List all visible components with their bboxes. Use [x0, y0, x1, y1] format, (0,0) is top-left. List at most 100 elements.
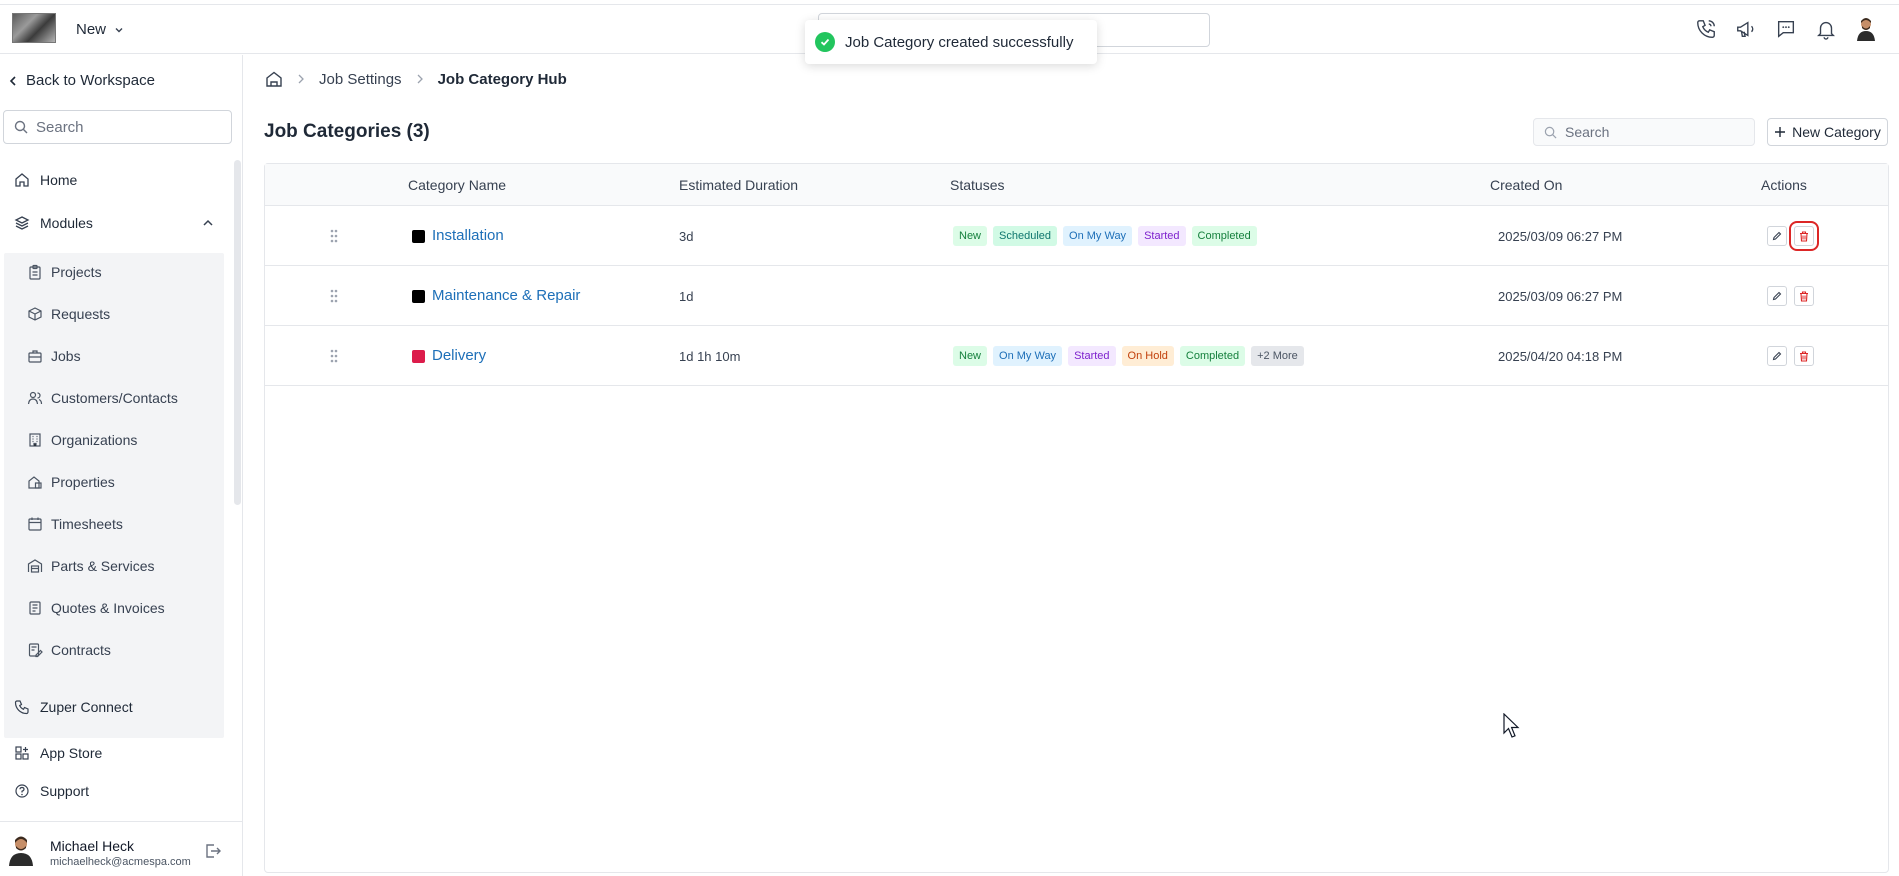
help-icon — [15, 784, 29, 798]
sidebar-item-organizations[interactable]: Organizations — [27, 432, 137, 448]
status-badge: New — [953, 226, 988, 246]
sidebar-item-label: Contracts — [51, 642, 111, 658]
category-name-link[interactable]: Maintenance & Repair — [432, 287, 580, 304]
sidebar-item-label: Parts & Services — [51, 558, 155, 574]
page-title: Job Categories (3) — [264, 121, 430, 142]
pencil-icon — [1772, 351, 1782, 361]
created-on: 2025/03/09 06:27 PM — [1498, 229, 1623, 244]
sidebar-item-projects[interactable]: Projects — [27, 264, 102, 280]
delete-button[interactable] — [1794, 346, 1814, 366]
chevron-right-icon — [298, 74, 304, 84]
mouse-cursor-icon — [1503, 713, 1520, 738]
status-badge: On Hold — [1121, 346, 1174, 366]
sidebar-item-jobs[interactable]: Jobs — [27, 348, 81, 364]
estimated-duration: 1d 1h 10m — [679, 349, 741, 364]
status-badge: Completed — [1191, 226, 1257, 246]
sidebar-item-label: Organizations — [51, 432, 138, 448]
drag-handle-icon[interactable] — [329, 348, 339, 364]
sidebar-item-zuper-connect[interactable]: Zuper Connect — [14, 699, 133, 715]
breadcrumb-job-settings[interactable]: Job Settings — [319, 71, 402, 88]
drag-handle-icon[interactable] — [329, 228, 339, 244]
logout-icon[interactable] — [204, 842, 222, 860]
chevron-right-icon — [417, 74, 423, 84]
box-icon — [28, 307, 42, 321]
breadcrumb-job-category-hub: Job Category Hub — [437, 70, 567, 88]
sidebar-item-label: Quotes & Invoices — [51, 600, 165, 616]
sidebar-item-modules[interactable]: Modules — [14, 215, 214, 231]
search-icon — [14, 120, 28, 134]
success-toast: Job Category created successfully — [805, 20, 1097, 64]
company-logo[interactable] — [12, 13, 56, 43]
category-color-swatch — [412, 350, 425, 363]
avatar[interactable] — [8, 834, 34, 866]
sidebar-item-label: Home — [40, 172, 78, 188]
sidebar-item-customers-contacts[interactable]: Customers/Contacts — [27, 390, 178, 406]
sidebar-item-requests[interactable]: Requests — [27, 306, 110, 322]
phone-icon[interactable] — [1695, 18, 1717, 40]
toast-message: Job Category created successfully — [845, 33, 1074, 51]
status-badge: On My Way — [993, 346, 1063, 366]
plus-icon — [1775, 127, 1786, 137]
contract-icon — [28, 643, 43, 658]
apps-icon — [15, 746, 29, 760]
chevron-down-icon — [115, 27, 123, 32]
sidebar-item-contracts[interactable]: Contracts — [27, 642, 111, 658]
category-name-link[interactable]: Delivery — [432, 347, 486, 364]
new-dropdown-button[interactable]: New — [76, 21, 124, 38]
edit-button[interactable] — [1767, 346, 1787, 366]
pencil-icon — [1772, 291, 1782, 301]
status-list: New Scheduled On My Way Started Complete… — [953, 226, 1257, 246]
drag-handle-icon[interactable] — [329, 288, 339, 304]
more-statuses-badge[interactable]: +2 More — [1251, 346, 1304, 366]
category-name-link[interactable]: Installation — [432, 227, 504, 244]
sidebar-item-label: Modules — [40, 215, 93, 231]
sidebar-item-label: Zuper Connect — [40, 699, 133, 715]
trash-icon — [1800, 230, 1808, 242]
sidebar-scrollbar[interactable] — [234, 160, 241, 505]
megaphone-icon[interactable] — [1735, 18, 1757, 40]
sidebar-item-home[interactable]: Home — [14, 172, 77, 188]
calendar-icon — [28, 517, 42, 531]
delete-button[interactable] — [1794, 286, 1814, 306]
category-search-input[interactable]: Search — [1533, 118, 1755, 146]
sidebar-item-parts-services[interactable]: Parts & Services — [27, 558, 154, 574]
edit-button[interactable] — [1767, 226, 1787, 246]
sidebar-item-quotes-invoices[interactable]: Quotes & Invoices — [27, 600, 165, 616]
edit-button[interactable] — [1767, 286, 1787, 306]
user-profile: Michael Heck michaelheck@acmespa.com — [0, 821, 243, 876]
status-badge: Started — [1068, 346, 1116, 366]
delete-button[interactable] — [1789, 221, 1819, 251]
back-to-workspace-link[interactable]: Back to Workspace — [8, 72, 155, 89]
trash-icon — [1800, 290, 1808, 302]
user-name: Michael Heck — [50, 838, 135, 854]
sidebar-item-app-store[interactable]: App Store — [14, 745, 102, 761]
table-row: Installation 3d New Scheduled On My Way … — [265, 206, 1888, 266]
home-icon — [15, 173, 29, 187]
new-category-label: New Category — [1792, 124, 1881, 140]
invoice-icon — [29, 601, 41, 615]
status-badge: Completed — [1179, 346, 1246, 366]
bell-icon[interactable] — [1815, 18, 1837, 40]
sidebar-item-label: Projects — [51, 264, 102, 280]
home-icon[interactable] — [265, 70, 283, 88]
sidebar-item-label: Properties — [51, 474, 115, 490]
sidebar: Back to Workspace Search Home Modules Pr… — [0, 55, 243, 876]
sidebar-item-properties[interactable]: Properties — [27, 474, 115, 490]
created-on: 2025/04/20 04:18 PM — [1498, 349, 1623, 364]
pencil-icon — [1772, 231, 1782, 241]
sidebar-item-label: Requests — [51, 306, 111, 322]
sidebar-search-input[interactable]: Search — [3, 110, 232, 144]
table-header: Category Name Estimated Duration Statuse… — [265, 164, 1888, 206]
new-category-button[interactable]: New Category — [1767, 118, 1888, 146]
estimated-duration: 1d — [679, 289, 694, 304]
sidebar-item-timesheets[interactable]: Timesheets — [27, 516, 123, 532]
sidebar-item-label: Timesheets — [51, 516, 123, 532]
user-avatar[interactable] — [1855, 17, 1877, 41]
header-actions: Actions — [1761, 177, 1807, 193]
status-badge: Scheduled — [993, 226, 1058, 246]
estimated-duration: 3d — [679, 229, 694, 244]
header-statuses: Statuses — [950, 177, 1005, 193]
sidebar-item-support[interactable]: Support — [14, 783, 89, 799]
chat-icon[interactable] — [1775, 18, 1797, 40]
status-badge: New — [953, 346, 988, 366]
